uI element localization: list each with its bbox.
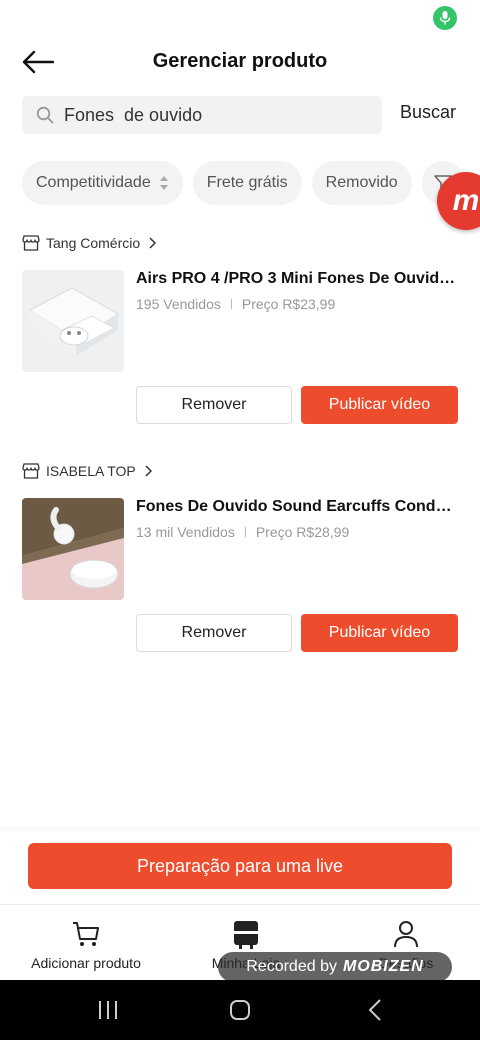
- sold-count: 13 mil Vendidos: [136, 524, 235, 540]
- store-link-isabela-top[interactable]: ISABELA TOP: [22, 460, 152, 482]
- store-name: ISABELA TOP: [46, 463, 136, 479]
- filter-frete-gratis[interactable]: Frete grátis: [192, 161, 302, 205]
- filter-bar: Competitividade Frete grátis Removido: [22, 161, 480, 205]
- header: Gerenciar produto: [0, 40, 480, 84]
- product-price: Preço R$23,99: [241, 296, 336, 312]
- filter-label: Competitividade: [36, 174, 151, 191]
- divider: [230, 299, 232, 309]
- chevron-right-icon: [145, 465, 152, 477]
- tab-label: Adicionar produto: [31, 955, 141, 971]
- microphone-indicator-icon: [433, 6, 457, 30]
- recording-text: Recorded by: [246, 958, 337, 975]
- product-meta: 195 Vendidos Preço R$23,99: [136, 296, 335, 312]
- page-title: Gerenciar produto: [152, 50, 328, 72]
- chevron-right-icon: [149, 237, 157, 249]
- back-nav-icon[interactable]: [364, 998, 388, 1022]
- system-navigation-bar: [0, 980, 480, 1040]
- remove-button[interactable]: Remover: [136, 386, 292, 424]
- profile-icon: [394, 921, 418, 948]
- recording-watermark: Recorded by MOBIZEN: [218, 952, 452, 982]
- store-link-tang-comercio[interactable]: Tang Comércio: [22, 232, 157, 254]
- product-image[interactable]: [22, 270, 124, 372]
- search-input[interactable]: Fones de ouvido: [64, 105, 364, 126]
- search-button[interactable]: Buscar: [400, 102, 456, 123]
- store-icon: [22, 235, 40, 251]
- home-icon[interactable]: [228, 998, 252, 1022]
- sort-icon: [159, 176, 168, 190]
- divider: [244, 527, 246, 537]
- sold-count: 195 Vendidos: [136, 296, 221, 312]
- product-title[interactable]: Airs PRO 4 /PRO 3 Mini Fones De Ouvido..…: [136, 270, 456, 288]
- filter-label: Frete grátis: [206, 174, 288, 191]
- recording-brand: MOBIZEN: [342, 958, 424, 975]
- product-image[interactable]: [22, 498, 124, 600]
- filter-removido[interactable]: Removido: [311, 161, 412, 205]
- store-icon: [22, 463, 40, 479]
- store-icon: [234, 921, 258, 949]
- search-icon: [36, 106, 54, 124]
- publish-video-button[interactable]: Publicar vídeo: [301, 614, 458, 652]
- product-meta: 13 mil Vendidos Preço R$28,99: [136, 524, 349, 540]
- remove-button[interactable]: Remover: [136, 614, 292, 652]
- filter-label: Removido: [325, 174, 398, 191]
- filter-competitividade[interactable]: Competitividade: [22, 161, 183, 205]
- product-title[interactable]: Fones De Ouvido Sound Earcuffs Conduçã..…: [136, 498, 456, 516]
- tab-add-product[interactable]: Adicionar produto: [6, 905, 166, 981]
- publish-video-button[interactable]: Publicar vídeo: [301, 386, 458, 424]
- prepare-live-button[interactable]: Preparação para uma live: [28, 843, 452, 889]
- cart-icon: [73, 922, 99, 946]
- store-name: Tang Comércio: [46, 235, 141, 251]
- search-box[interactable]: Fones de ouvido: [22, 96, 382, 134]
- divider: [0, 826, 480, 832]
- recent-apps-icon[interactable]: [96, 998, 120, 1022]
- recorder-floating-button[interactable]: m: [437, 172, 480, 230]
- product-price: Preço R$28,99: [255, 524, 350, 540]
